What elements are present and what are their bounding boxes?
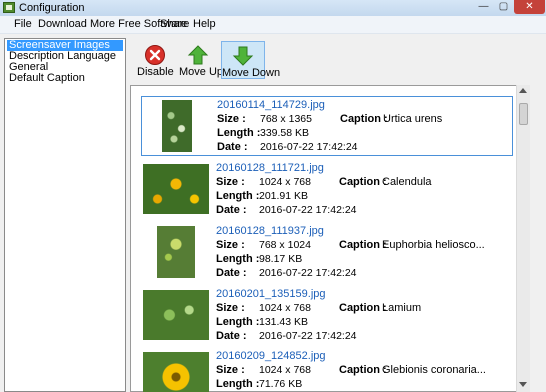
date-label: Date :: [216, 330, 247, 342]
image-filename[interactable]: 20160128_111937.jpg: [216, 225, 324, 237]
image-size: 1024 x 768: [259, 176, 311, 188]
move-down-label: Move Down: [222, 67, 281, 79]
image-length: 71.76 KB: [259, 378, 303, 390]
image-caption[interactable]: Euphorbia helioscо...: [382, 239, 485, 251]
image-thumbnail: [143, 352, 209, 392]
image-thumbnail: [157, 226, 195, 278]
length-label: Length :: [216, 316, 260, 328]
image-filename[interactable]: 20160114_114729.jpg: [217, 99, 325, 111]
settings-category-list[interactable]: Screensaver Images Description Language …: [4, 38, 126, 392]
length-label: Length :: [217, 127, 261, 139]
image-length: 98.17 KB: [259, 253, 303, 265]
image-size: 768 x 1024: [259, 239, 311, 251]
length-label: Length :: [216, 190, 260, 202]
image-caption[interactable]: Calendula: [382, 176, 432, 188]
menu-share[interactable]: Share: [160, 18, 189, 30]
caption-label: Caption :: [340, 113, 388, 125]
length-label: Length :: [216, 378, 260, 390]
image-filename[interactable]: 20160128_111721.jpg: [216, 162, 324, 174]
scroll-up-arrow-icon[interactable]: [519, 88, 527, 93]
menu-bar: File Download More Free Software Share H…: [0, 16, 546, 34]
length-label: Length :: [216, 253, 260, 265]
image-list-item[interactable]: 20160201_135159.jpg Size : 1024 x 768 Le…: [141, 286, 513, 346]
image-date: 2016-07-22 17:42:24: [259, 267, 357, 279]
image-size: 1024 x 768: [259, 364, 311, 376]
date-label: Date :: [216, 204, 247, 216]
disable-button[interactable]: Disable: [137, 41, 174, 79]
size-label: Size :: [216, 239, 245, 251]
caption-label: Caption :: [339, 302, 387, 314]
size-label: Size :: [216, 364, 245, 376]
vertical-scrollbar[interactable]: [516, 85, 530, 392]
caption-label: Caption :: [339, 239, 387, 251]
image-size: 768 x 1365: [260, 113, 312, 125]
image-filename[interactable]: 20160201_135159.jpg: [216, 288, 326, 300]
image-date: 2016-07-22 17:42:24: [259, 204, 357, 216]
image-thumbnail: [143, 290, 209, 340]
move-down-button[interactable]: Move Down: [221, 41, 281, 79]
close-button[interactable]: ✕: [514, 0, 545, 14]
image-list-item[interactable]: 20160128_111937.jpg Size : 768 x 1024 Le…: [141, 223, 513, 283]
title-bar: Configuration — ▢ ✕: [0, 0, 546, 16]
image-list-item[interactable]: 20160128_111721.jpg Size : 1024 x 768 Le…: [141, 160, 513, 220]
app-icon: [3, 2, 15, 13]
size-label: Size :: [216, 302, 245, 314]
category-default-caption[interactable]: Default Caption: [7, 73, 123, 84]
image-date: 2016-07-22 17:42:24: [260, 141, 358, 153]
image-thumbnail: [143, 164, 209, 214]
move-up-label: Move Up: [179, 66, 224, 78]
caption-label: Caption :: [339, 176, 387, 188]
image-filename[interactable]: 20160209_124852.jpg: [216, 350, 326, 362]
image-list-item[interactable]: 20160114_114729.jpg Size : 768 x 1365 Le…: [141, 96, 513, 156]
date-label: Date :: [217, 141, 248, 153]
scroll-down-arrow-icon[interactable]: [519, 382, 527, 387]
image-caption[interactable]: Glebionis coronaria...: [382, 364, 486, 376]
menu-file[interactable]: File: [14, 18, 32, 30]
scroll-thumb[interactable]: [519, 103, 528, 125]
arrow-up-icon: [187, 45, 209, 65]
image-length: 201.91 KB: [259, 190, 309, 202]
image-length: 339.58 KB: [260, 127, 310, 139]
image-caption[interactable]: Lamium: [382, 302, 421, 314]
size-label: Size :: [217, 113, 246, 125]
date-label: Date :: [216, 267, 247, 279]
image-size: 1024 x 768: [259, 302, 311, 314]
size-label: Size :: [216, 176, 245, 188]
maximize-button[interactable]: ▢: [494, 0, 513, 14]
image-date: 2016-07-22 17:42:24: [259, 330, 357, 342]
image-length: 131.43 KB: [259, 316, 309, 328]
move-up-button[interactable]: Move Up: [179, 41, 224, 79]
image-list-item[interactable]: 20160209_124852.jpg Size : 1024 x 768 Le…: [141, 348, 513, 392]
image-thumbnail: [162, 100, 192, 152]
minimize-button[interactable]: —: [474, 0, 493, 14]
disable-icon: [145, 45, 165, 65]
window-title: Configuration: [19, 2, 85, 14]
menu-help[interactable]: Help: [193, 18, 216, 30]
arrow-down-icon: [232, 46, 254, 66]
disable-label: Disable: [137, 66, 174, 78]
caption-label: Caption :: [339, 364, 387, 376]
toolbar: Disable Move Up Move Down: [130, 38, 546, 80]
image-caption[interactable]: Urtica urens: [383, 113, 442, 125]
